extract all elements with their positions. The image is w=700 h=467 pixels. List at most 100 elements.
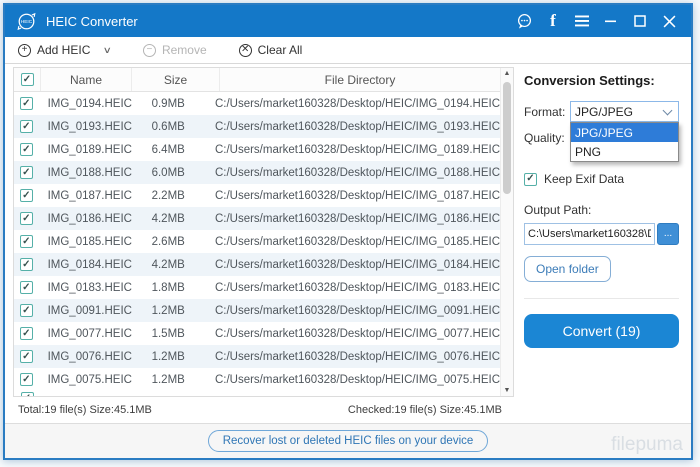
table-row[interactable]: IMG_0189.HEIC 6.4MB C:/Users/market160328/…	[14, 138, 500, 161]
output-path-label: Output Path:	[524, 203, 592, 217]
row-checkbox[interactable]	[19, 97, 33, 110]
file-directory: C:/Users/market160328/Desktop/HEIC/IMG_0…	[214, 120, 500, 133]
table-row[interactable]: IMG_0188.HEIC 6.0MB C:/Users/market160328/…	[14, 161, 500, 184]
row-checkbox[interactable]	[19, 166, 33, 179]
file-name: IMG_0077.HEIC	[47, 327, 132, 340]
add-heic-button[interactable]: + Add HEIC ∨	[18, 43, 112, 57]
column-header-directory[interactable]: File Directory	[220, 68, 500, 91]
row-checkbox[interactable]	[19, 258, 33, 271]
file-directory: C:/Users/market160328/Desktop/HEIC/IMG_0…	[214, 304, 500, 317]
file-size: 1.8MB	[151, 281, 185, 294]
select-all-checkbox[interactable]	[20, 73, 34, 86]
file-name: IMG_0188.HEIC	[47, 166, 132, 179]
toolbar: + Add HEIC ∨ − Remove ✕ Clear All	[5, 37, 691, 64]
clear-icon: ✕	[238, 43, 252, 57]
row-checkbox[interactable]	[19, 189, 33, 202]
app-window: HEIC HEIC Converter f + Add HEIC ∨ − Rem…	[3, 3, 693, 460]
row-checkbox[interactable]	[19, 281, 33, 294]
format-option-png[interactable]: PNG	[571, 142, 678, 161]
recover-files-button[interactable]: Recover lost or deleted HEIC files on yo…	[207, 430, 489, 452]
browse-button[interactable]: ...	[657, 223, 679, 245]
table-row[interactable]: IMG_0193.HEIC 0.6MB C:/Users/market160328/…	[14, 115, 500, 138]
remove-icon: −	[142, 43, 156, 57]
file-table: Name Size File Directory IMG_0194.HEIC 0.…	[13, 67, 514, 397]
file-size: 2.2MB	[151, 189, 185, 202]
table-row-partial	[14, 391, 500, 396]
format-option-jpg[interactable]: JPG/JPEG	[571, 123, 678, 142]
column-header-name[interactable]: Name	[40, 68, 132, 91]
file-size: 1.2MB	[151, 304, 185, 317]
file-size: 1.2MB	[151, 350, 185, 363]
scroll-down-icon[interactable]: ▼	[501, 387, 513, 394]
table-row[interactable]: IMG_0077.HEIC 1.5MB C:/Users/market160328/…	[14, 322, 500, 345]
window-title: HEIC Converter	[46, 13, 138, 29]
file-directory: C:/Users/market160328/Desktop/HEIC/IMG_0…	[214, 258, 500, 271]
open-folder-button[interactable]: Open folder	[524, 256, 611, 282]
file-name: IMG_0193.HEIC	[47, 120, 132, 133]
file-directory: C:/Users/market160328/Desktop/HEIC/IMG_0…	[214, 350, 500, 363]
table-row[interactable]: IMG_0194.HEIC 0.9MB C:/Users/market160328/…	[14, 92, 500, 115]
row-checkbox[interactable]	[19, 327, 33, 340]
main-content: Name Size File Directory IMG_0194.HEIC 0.…	[5, 64, 691, 423]
row-checkbox[interactable]	[19, 120, 33, 133]
facebook-icon[interactable]: f	[541, 10, 565, 32]
keep-exif-checkbox[interactable]	[524, 172, 537, 186]
format-select[interactable]: JPG/JPEG	[570, 101, 679, 122]
add-dropdown-chevron-icon[interactable]: ∨	[103, 45, 112, 56]
table-row[interactable]: IMG_0185.HEIC 2.6MB C:/Users/market160328/…	[14, 230, 500, 253]
menu-icon[interactable]	[570, 10, 594, 32]
format-row: Format: JPG/JPEG	[524, 101, 679, 122]
table-row[interactable]: IMG_0075.HEIC 1.2MB C:/Users/market160328/…	[14, 368, 500, 391]
file-directory: C:/Users/market160328/Desktop/HEIC/IMG_0…	[214, 143, 500, 156]
row-checkbox[interactable]	[19, 350, 33, 363]
table-body: IMG_0194.HEIC 0.9MB C:/Users/market160328/…	[14, 92, 513, 396]
row-checkbox[interactable]	[19, 235, 33, 248]
filepuma-watermark: filepuma	[611, 434, 683, 455]
svg-text:HEIC: HEIC	[21, 19, 33, 25]
scroll-up-icon[interactable]: ▲	[501, 70, 513, 77]
file-directory: C:/Users/market160328/Desktop/HEIC/IMG_0…	[214, 373, 500, 386]
output-path-input[interactable]	[524, 223, 655, 245]
file-directory: C:/Users/market160328/Desktop/HEIC/IMG_0…	[214, 327, 500, 340]
table-scrollbar[interactable]: ▲ ▼	[500, 68, 513, 396]
feedback-chat-icon[interactable]	[512, 10, 536, 32]
status-total: Total:19 file(s) Size:45.1MB	[18, 404, 152, 416]
file-directory: C:/Users/market160328/Desktop/HEIC/IMG_0…	[214, 281, 500, 294]
minimize-button[interactable]	[599, 10, 623, 32]
file-name: IMG_0185.HEIC	[47, 235, 132, 248]
table-row[interactable]: IMG_0187.HEIC 2.2MB C:/Users/market160328/…	[14, 184, 500, 207]
scrollbar-thumb[interactable]	[503, 82, 511, 194]
file-directory: C:/Users/market160328/Desktop/HEIC/IMG_0…	[214, 212, 500, 225]
table-row[interactable]: IMG_0091.HEIC 1.2MB C:/Users/market160328/…	[14, 299, 500, 322]
file-size: 6.0MB	[151, 166, 185, 179]
status-bar: Total:19 file(s) Size:45.1MB Checked:19 …	[13, 397, 514, 423]
file-size: 6.4MB	[151, 143, 185, 156]
file-name: IMG_0091.HEIC	[47, 304, 132, 317]
row-checkbox[interactable]	[19, 304, 33, 317]
table-row[interactable]: IMG_0183.HEIC 1.8MB C:/Users/market160328/…	[14, 276, 500, 299]
file-size: 4.2MB	[151, 212, 185, 225]
close-button[interactable]	[657, 10, 681, 32]
maximize-button[interactable]	[628, 10, 652, 32]
file-size: 1.2MB	[151, 373, 185, 386]
row-checkbox[interactable]	[19, 373, 33, 386]
status-checked: Checked:19 file(s) Size:45.1MB	[347, 404, 502, 416]
row-checkbox[interactable]	[19, 143, 33, 156]
output-path-row: ...	[524, 223, 679, 245]
clear-all-button[interactable]: ✕ Clear All	[238, 43, 302, 57]
convert-button[interactable]: Convert (19)	[524, 314, 679, 348]
keep-exif-row: Keep Exif Data	[524, 172, 679, 186]
file-table-area: Name Size File Directory IMG_0194.HEIC 0.…	[5, 64, 514, 423]
format-label: Format:	[524, 104, 566, 119]
table-header: Name Size File Directory	[14, 68, 513, 92]
file-name: IMG_0183.HEIC	[47, 281, 132, 294]
table-row[interactable]: IMG_0186.HEIC 4.2MB C:/Users/market160328/…	[14, 207, 500, 230]
chevron-down-icon	[662, 105, 673, 116]
table-row[interactable]: IMG_0076.HEIC 1.2MB C:/Users/market160328/…	[14, 345, 500, 368]
file-directory: C:/Users/market160328/Desktop/HEIC/IMG_0…	[214, 166, 500, 179]
table-row[interactable]: IMG_0184.HEIC 4.2MB C:/Users/market160328/…	[14, 253, 500, 276]
column-header-size[interactable]: Size	[132, 68, 220, 91]
quality-label: Quality:	[524, 131, 565, 145]
file-directory: C:/Users/market160328/Desktop/HEIC/IMG_0…	[214, 235, 500, 248]
row-checkbox[interactable]	[19, 212, 33, 225]
